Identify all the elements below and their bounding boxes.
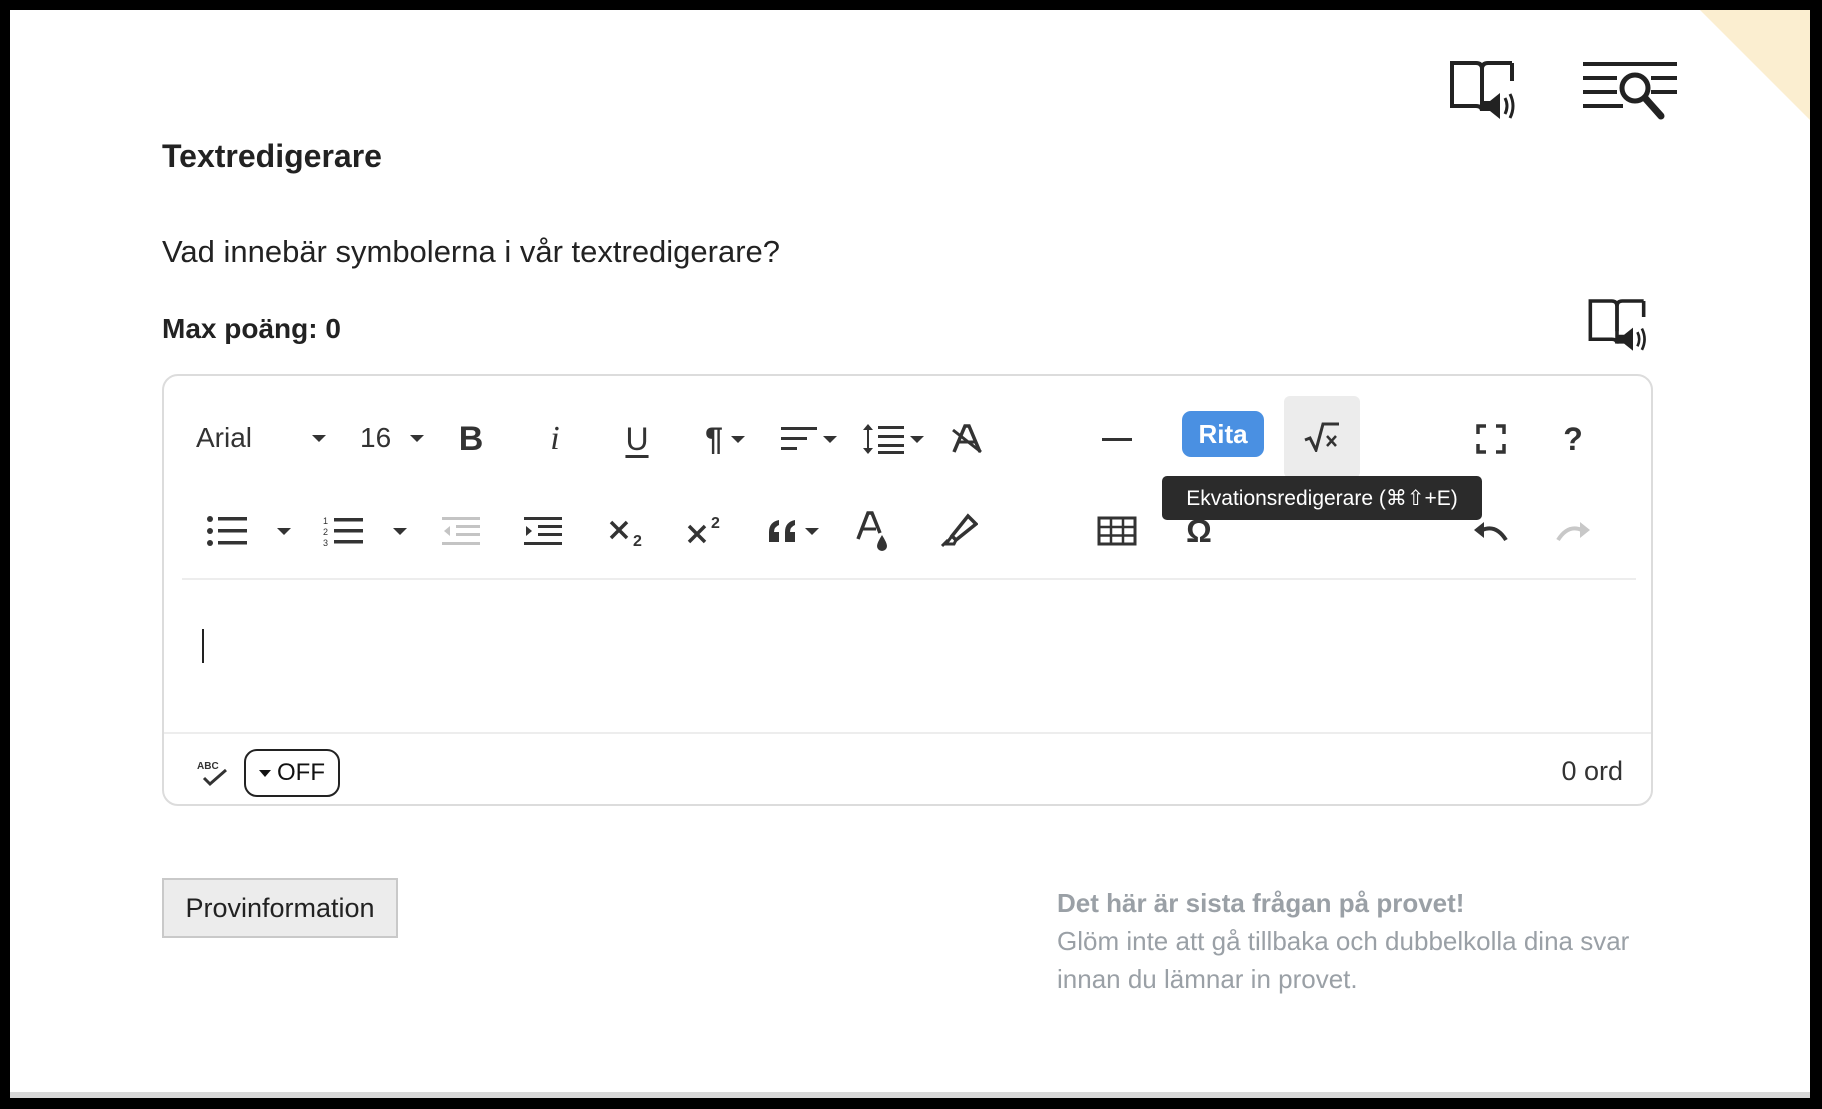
chevron-down-icon	[393, 527, 407, 535]
editor-text-area[interactable]	[182, 581, 1636, 733]
page-frame: Textredigerare Vad innebär symbolerna i …	[10, 10, 1810, 1098]
bullet-list-icon	[207, 516, 247, 546]
undo-icon	[1474, 522, 1508, 542]
font-family-value: Arial	[196, 422, 253, 453]
page-title: Textredigerare	[162, 138, 382, 174]
max-points-label: Max poäng: 0	[162, 313, 341, 344]
draw-button[interactable]: Rita	[1182, 411, 1264, 457]
chevron-down-icon	[805, 527, 819, 535]
chevron-down-icon	[730, 435, 745, 443]
decrease-indent-button[interactable]	[436, 506, 486, 556]
underline-icon: U	[625, 420, 649, 457]
font-size-select[interactable]: 16	[354, 408, 426, 468]
fullscreen-button[interactable]	[1466, 414, 1516, 464]
font-size-value: 16	[360, 422, 392, 453]
superscript-button[interactable]: 2	[682, 506, 732, 556]
italic-icon: i	[550, 420, 560, 457]
quote-icon	[769, 520, 795, 542]
read-aloud-book-icon	[1588, 299, 1646, 351]
spellcheck-icon: ABC	[197, 761, 227, 787]
line-height-button[interactable]	[858, 414, 928, 464]
help-icon: ?	[1563, 420, 1583, 457]
square-root-icon	[1304, 422, 1339, 452]
font-family-select[interactable]: Arial	[196, 408, 336, 468]
search-text-icon	[1583, 62, 1677, 120]
read-aloud-question-button[interactable]	[1582, 290, 1652, 360]
bold-icon: B	[458, 419, 484, 458]
svg-text:1: 1	[323, 516, 328, 526]
increase-indent-button[interactable]	[518, 506, 568, 556]
spellcheck-button[interactable]: ABC	[194, 754, 232, 792]
bullet-list-button[interactable]	[202, 506, 252, 556]
toolbar-divider	[182, 578, 1636, 580]
last-question-notice: Det här är sista frågan på provet! Glöm …	[1057, 884, 1677, 998]
subscript-icon: 2	[609, 520, 642, 548]
read-aloud-page-button[interactable]	[1442, 52, 1522, 128]
svg-text:2: 2	[323, 527, 328, 537]
chevron-down-icon	[312, 435, 326, 442]
question-text: Vad innebär symbolerna i vår textrediger…	[162, 234, 781, 269]
text-color-icon	[856, 511, 887, 551]
numbered-list-icon: 1 2 3	[323, 516, 363, 547]
table-icon	[1097, 516, 1137, 546]
clear-formatting-button[interactable]	[942, 414, 992, 464]
chevron-down-icon	[410, 435, 424, 442]
text-color-button[interactable]	[848, 506, 898, 556]
svg-text:3: 3	[323, 538, 328, 547]
spellcheck-toggle[interactable]: OFF	[244, 749, 340, 797]
align-left-icon	[781, 427, 817, 450]
redo-icon	[1556, 522, 1590, 542]
word-count: 0 ord	[1561, 756, 1623, 786]
test-info-button[interactable]: Provinformation	[162, 878, 398, 938]
outdent-icon	[442, 517, 480, 545]
spellcheck-state: OFF	[277, 759, 325, 786]
underline-button[interactable]: U	[612, 414, 662, 464]
svg-text:2: 2	[711, 515, 720, 532]
indent-icon	[524, 517, 562, 545]
highlight-button[interactable]	[934, 506, 984, 556]
horizontal-line-button[interactable]	[1092, 414, 1142, 464]
bullet-list-options[interactable]	[266, 506, 302, 556]
editor-footer-divider	[164, 732, 1651, 734]
last-question-text: Glöm inte att gå tillbaka och dubbelkoll…	[1057, 926, 1630, 994]
numbered-list-button[interactable]: 1 2 3	[318, 506, 368, 556]
svg-text:ABC: ABC	[197, 761, 219, 772]
equation-editor-button[interactable]	[1284, 396, 1360, 478]
equation-editor-tooltip: Ekvationsredigerare (⌘⇧+E)	[1162, 476, 1482, 520]
subscript-button[interactable]: 2	[604, 506, 654, 556]
last-question-title: Det här är sista frågan på provet!	[1057, 888, 1465, 918]
pilcrow-icon: ¶	[705, 420, 723, 457]
line-height-icon	[863, 424, 904, 454]
read-aloud-book-icon	[1450, 61, 1515, 119]
quote-button[interactable]	[758, 506, 828, 556]
text-cursor	[202, 629, 204, 663]
rich-text-editor: Arial 16 B i U ¶ Rita ? Ekvationsrediger…	[162, 374, 1653, 806]
clear-formatting-icon	[952, 424, 982, 454]
highlighter-icon	[940, 513, 978, 548]
svg-text:2: 2	[633, 533, 642, 548]
numbered-list-options[interactable]	[382, 506, 418, 556]
text-search-button[interactable]	[1578, 54, 1682, 126]
italic-button[interactable]: i	[530, 414, 580, 464]
align-button[interactable]	[776, 414, 842, 464]
horizontal-line-icon	[1102, 437, 1132, 441]
bold-button[interactable]: B	[446, 414, 496, 464]
corner-fold	[1700, 10, 1810, 120]
chevron-down-icon	[910, 435, 924, 443]
fullscreen-icon	[1476, 424, 1506, 454]
chevron-down-icon	[823, 435, 837, 443]
paragraph-format-button[interactable]: ¶	[692, 414, 758, 464]
chevron-down-icon	[277, 527, 291, 535]
insert-table-button[interactable]	[1092, 506, 1142, 556]
chevron-down-icon	[259, 769, 271, 777]
help-button[interactable]: ?	[1548, 414, 1598, 464]
superscript-icon: 2	[687, 515, 720, 544]
redo-button[interactable]	[1548, 506, 1598, 556]
